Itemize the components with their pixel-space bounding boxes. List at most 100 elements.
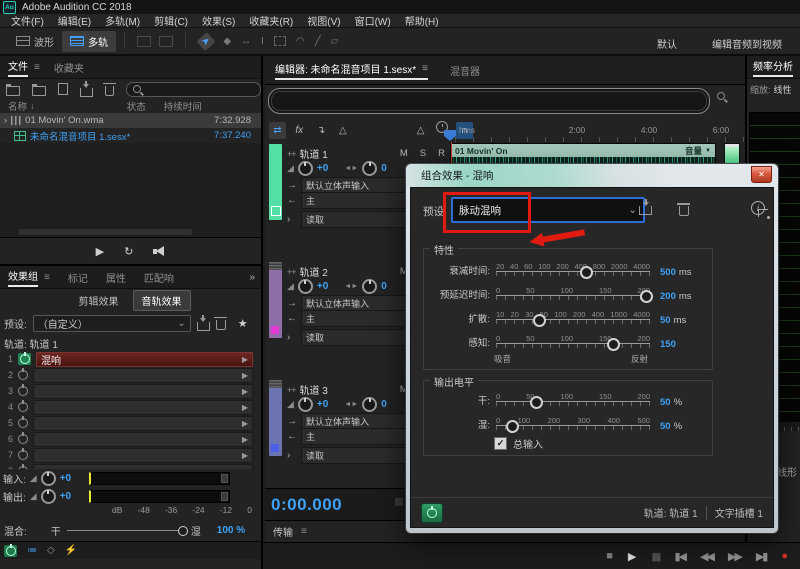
automation-expander-icon[interactable]: ›: [287, 332, 297, 343]
file-list-empty[interactable]: [0, 143, 261, 238]
track-color-strip[interactable]: [269, 144, 282, 220]
waveform-view-button[interactable]: 波形: [8, 31, 62, 52]
time-selection-tool[interactable]: I: [261, 36, 264, 47]
pre-delay-slider[interactable]: 050100150200: [496, 286, 650, 305]
slot-arrow-icon[interactable]: ▶: [242, 435, 248, 444]
slip-tool[interactable]: ↔: [241, 36, 251, 47]
rack-preset-dropdown[interactable]: （自定义） ⌄: [33, 315, 191, 332]
panel-menu-icon[interactable]: ≡: [44, 272, 50, 283]
col-status[interactable]: 状态: [127, 99, 146, 113]
delete-preset-icon[interactable]: [679, 206, 689, 216]
track-name[interactable]: 轨道 1: [300, 146, 328, 161]
dialog-titlebar[interactable]: 组合效果 - 混响: [406, 164, 778, 187]
scale-type-label[interactable]: 线形: [777, 464, 797, 479]
arm-record-button[interactable]: R: [438, 148, 445, 159]
automation-expander-icon[interactable]: ›: [287, 214, 297, 225]
fx-slot-2[interactable]: 2▶: [0, 367, 261, 383]
wet-slider[interactable]: 0100200300400500: [496, 416, 650, 435]
dry-slider[interactable]: 050100150200: [496, 392, 650, 411]
diffusion-slider[interactable]: 1020305010020040010004000: [496, 310, 650, 329]
power-icon[interactable]: [18, 386, 28, 396]
power-icon[interactable]: [18, 353, 31, 365]
slider-knob[interactable]: [607, 338, 620, 351]
workspace-edit-av-button[interactable]: 编辑音频到视频: [712, 36, 782, 51]
file-row-sesx[interactable]: 未命名混音项目 1.sesx* 7:37.240: [0, 128, 261, 143]
delete-preset-icon[interactable]: [216, 320, 226, 330]
menu-help[interactable]: 帮助(H): [398, 13, 446, 28]
pan-knob[interactable]: [362, 279, 377, 294]
timeline-ruler[interactable]: hms 2:00 4:00 6:00: [455, 118, 745, 142]
power-icon[interactable]: [18, 402, 28, 412]
tab-frequency-analysis[interactable]: 频率分析: [753, 58, 793, 77]
more-tabs-icon[interactable]: »: [249, 272, 255, 283]
tab-properties[interactable]: 属性: [106, 270, 126, 285]
save-preset-icon[interactable]: [639, 206, 652, 215]
record-button[interactable]: ●: [781, 550, 788, 562]
routing-icon[interactable]: ↴: [313, 122, 330, 139]
tab-effects-rack[interactable]: 效果组: [8, 268, 38, 287]
panel-menu-box[interactable]: [395, 498, 403, 506]
fast-forward-button[interactable]: ▶▶: [728, 550, 741, 563]
fx-slot-6[interactable]: 6▶: [0, 431, 261, 447]
track-effects-button[interactable]: 音轨效果: [133, 290, 191, 311]
favorite-star-icon[interactable]: ★: [238, 317, 248, 330]
fx-slot-7[interactable]: 7▶: [0, 447, 261, 463]
track-color-strip[interactable]: [269, 380, 282, 456]
info-icon[interactable]: i: [751, 201, 765, 215]
preset-diamond-icon[interactable]: ◇: [47, 545, 55, 556]
clip-volume-label[interactable]: 音量: [685, 145, 702, 157]
clip-header[interactable]: 01 Movin' On 音量▼: [451, 144, 715, 157]
tab-editor[interactable]: 编辑器: 未命名混音项目 1.sesx*≡: [275, 61, 428, 80]
save-preset-icon[interactable]: [197, 322, 210, 331]
fx-slot-3[interactable]: 3▶: [0, 383, 261, 399]
clip-effects-button[interactable]: 剪辑效果: [71, 291, 127, 310]
slot-arrow-icon[interactable]: ▶: [242, 451, 248, 460]
power-icon[interactable]: [18, 418, 28, 428]
zoom-navigator[interactable]: [268, 88, 710, 114]
metronome-icon[interactable]: △: [412, 122, 429, 139]
fx-slot-5[interactable]: 5▶: [0, 415, 261, 431]
new-file-icon[interactable]: [58, 83, 68, 95]
menu-clip[interactable]: 剪辑(C): [147, 13, 195, 28]
panel-menu-icon[interactable]: ≡: [301, 526, 307, 537]
zoom-scale-select[interactable]: 线性: [774, 83, 792, 96]
pan-knob[interactable]: [362, 161, 377, 176]
tab-mixer[interactable]: 混音器: [450, 63, 480, 78]
mute-button[interactable]: M: [400, 148, 408, 159]
stop-button[interactable]: ■: [606, 550, 613, 562]
to-end-button[interactable]: ▶▮: [756, 550, 767, 563]
volume-knob[interactable]: [298, 397, 313, 412]
preview-play-button[interactable]: ▶: [96, 245, 104, 258]
decay-time-slider[interactable]: 20406010020040080020004000: [496, 262, 650, 281]
expander-icon[interactable]: ›: [4, 115, 7, 126]
menu-multitrack[interactable]: 多轨(M): [98, 13, 147, 28]
power-icon[interactable]: [18, 370, 28, 380]
track-name[interactable]: 轨道 3: [300, 382, 328, 397]
to-start-button[interactable]: ▮◀: [674, 550, 685, 563]
metering-icon[interactable]: △: [334, 122, 351, 139]
volume-knob[interactable]: [298, 279, 313, 294]
tab-match-loudness[interactable]: 匹配响: [144, 270, 174, 285]
time-display[interactable]: 0:00.000: [271, 495, 342, 515]
menu-effects[interactable]: 效果(S): [195, 13, 242, 28]
slider-knob[interactable]: [506, 420, 519, 433]
slot-arrow-icon[interactable]: ▶: [242, 467, 248, 470]
slot-arrow-icon[interactable]: ▶: [242, 355, 248, 364]
rack-power-icon[interactable]: [4, 545, 17, 557]
pause-button[interactable]: ▮▮: [651, 550, 659, 563]
razor-tool[interactable]: ◆: [223, 36, 231, 47]
menu-file[interactable]: 文件(F): [4, 13, 51, 28]
multitrack-view-button[interactable]: 多轨: [62, 31, 116, 52]
eraser-tool[interactable]: ▱: [331, 36, 339, 47]
track-color-strip[interactable]: [269, 262, 282, 338]
dropdown-triangle-icon[interactable]: ▼: [705, 148, 711, 154]
slider-knob[interactable]: [530, 396, 543, 409]
open-file-icon[interactable]: [6, 86, 20, 96]
slot-arrow-icon[interactable]: ▶: [242, 403, 248, 412]
menu-favorites[interactable]: 收藏夹(R): [242, 13, 300, 28]
file-row-wma[interactable]: › 01 Movin' On.wma 7:32.928: [0, 113, 261, 128]
panel-menu-icon[interactable]: ≡: [34, 62, 40, 73]
slot-arrow-icon[interactable]: ▶: [242, 419, 248, 428]
lasso-tool[interactable]: ◠: [296, 36, 305, 47]
trash-icon[interactable]: [105, 86, 115, 96]
